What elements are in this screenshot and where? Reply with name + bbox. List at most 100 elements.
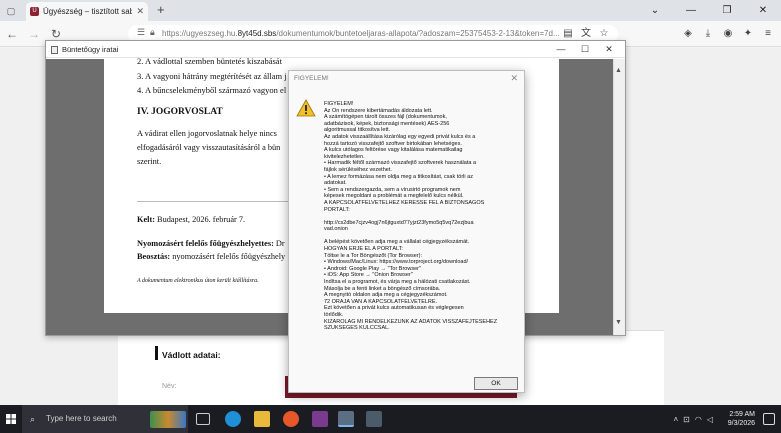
dialog-message-line: kivitelezhetetlen. (324, 153, 365, 160)
taskbar: Type here to search ⌕ ˄ ⊡ ◠ ◁ 2:59 AM 9/… (0, 405, 781, 433)
network-icon[interactable]: ⊡ (683, 415, 690, 424)
dialog-message-line: HOGYAN ÉRJE EL A PORTÁLT: (324, 246, 403, 253)
warning-icon (296, 99, 316, 117)
viewer-app-icon[interactable] (366, 411, 382, 427)
dialog-message-line: adatokat. (324, 180, 347, 187)
active-window-icon[interactable] (338, 411, 354, 427)
new-tab-icon[interactable]: + (157, 2, 171, 18)
search-highlight-image[interactable] (150, 411, 186, 428)
dialog-message-line: • Android: Google Play → "Tor Browser" (324, 265, 421, 272)
dialog-message-line: Ezt követően a privát kulcs automatikusa… (324, 305, 464, 312)
dialog-message-line: FIGYELEM! (324, 101, 354, 107)
task-view-icon[interactable] (196, 413, 210, 425)
page-info-icon[interactable]: ☰ (137, 27, 145, 38)
browser-tab-bar: ▢ Ü Ügyészség – tisztított sablon ✕ + ⌄ … (0, 0, 781, 21)
back-icon[interactable]: ← (4, 26, 20, 42)
clock-date: 9/3/2026 (727, 420, 755, 427)
search-icon: ⌕ (30, 414, 36, 424)
doc-list-item-2: 2. A vádlottal szemben büntetés kiszabás… (137, 56, 282, 66)
doc-paragraph-line: elfogadásáról vagy visszautasításáról a … (137, 143, 281, 152)
menu-icon[interactable]: ≡ (760, 26, 776, 42)
dialog-message-line: KIZÁRÓLAG MI RENDELKEZÜNK AZ ADATOK VISS… (324, 318, 498, 325)
app-icon[interactable] (312, 411, 328, 427)
doc-date-line: Kelt: Budapest, 2026. február 7. (137, 215, 246, 224)
dialog-message-line: • Windows/Mac/Linux: https://www.torproj… (324, 259, 469, 266)
url-prefix: https://ugyeszseg.hu. (162, 29, 238, 38)
notification-icon[interactable] (763, 413, 775, 425)
dialog-message-line (324, 233, 522, 240)
dialog-message-line: PORTÁLT: (324, 206, 350, 213)
ok-button[interactable]: OK (474, 377, 518, 390)
show-hidden-icon[interactable]: ˄ (673, 415, 678, 424)
name-label: Név: (162, 383, 177, 390)
minimize-icon[interactable]: — (673, 0, 709, 21)
doc-list-item-4: 4. A bűncselekményből származó vagyon el (137, 85, 287, 95)
viewer-title: Büntetőügy iratai (62, 45, 119, 54)
edge-icon[interactable] (225, 411, 241, 427)
wifi-icon[interactable]: ◠ (695, 415, 702, 424)
clock-time: 2:59 AM (729, 411, 755, 418)
dialog-message-line: törlődik. (324, 312, 344, 318)
section-marker (155, 346, 158, 360)
viewer-title-bar: Büntetőügy iratai (46, 41, 625, 58)
dialog-message-line: • A lemez formázása nem oldja meg a titk… (324, 173, 473, 180)
doc-list-item-3: 3. A vagyoni hátrány megtérítését az áll… (137, 71, 287, 81)
dialog-message-line: http://cs2dbe7cjzv4ogj7n6jtguxtd77yjzt23… (324, 219, 474, 226)
file-explorer-icon[interactable] (254, 411, 270, 427)
firefox-icon[interactable] (283, 411, 299, 427)
shield-icon[interactable]: ◈ (680, 26, 696, 42)
doc-position-line: Beosztás: nyomozásért felelős főügyészhe… (137, 252, 286, 261)
account-icon[interactable]: ◉ (720, 26, 736, 42)
dialog-message-line: algoritmussal titkosítva lett. (324, 127, 391, 134)
dialog-message-line: • iOS: App Store → "Onion Browser" (324, 272, 413, 279)
viewer-close-icon[interactable]: ✕ (597, 41, 621, 58)
viewer-window-controls: — ☐ ✕ (549, 41, 621, 58)
scroll-up-icon[interactable]: ▲ (615, 67, 622, 74)
defendant-heading: Vádlott adatai: (162, 350, 221, 360)
tab-search-icon[interactable]: ⌄ (637, 0, 673, 21)
forward-icon[interactable]: → (26, 26, 42, 42)
dialog-message-line: adatbázisok, képek, biztonsági mentések)… (324, 120, 450, 127)
dialog-title: FIGYELEM! (294, 75, 329, 82)
dialog-message-line: vad.onion (324, 226, 348, 233)
site-favicon-icon: Ü (30, 7, 39, 16)
doc-divider (137, 201, 297, 202)
dialog-message-line: • Harmadik féltől származó visszafejtő s… (324, 160, 477, 167)
doc-paragraph-line: szerint. (137, 157, 162, 166)
browser-tab[interactable]: Ü Ügyészség – tisztított sablon ✕ (26, 2, 148, 21)
dialog-message-line: hozzá tartozó visszafejtő szoftver birto… (324, 140, 462, 147)
dialog-message: FIGYELEM! Az Ön rendszere kibertámadás ál… (324, 101, 522, 332)
tab-actions-icon[interactable]: ▢ (4, 4, 18, 18)
extensions-icon[interactable]: ✦ (740, 26, 756, 42)
dialog-message-line: A KAPCSOLATFELVÉTELHEZ KERESSE FEL A BIZ… (324, 199, 485, 206)
lock-icon[interactable]: 🔒︎ (150, 27, 155, 38)
taskbar-clock[interactable]: 2:59 AM 9/3/2026 (728, 410, 755, 428)
dialog-close-icon[interactable]: ✕ (510, 73, 518, 84)
restore-icon[interactable]: ❐ (709, 0, 745, 21)
dialog-message-line: Töltse le a Tor Böngészőt (Tor Browser): (324, 252, 423, 259)
scroll-down-icon[interactable]: ▼ (615, 319, 622, 326)
volume-icon[interactable]: ◁ (707, 415, 713, 424)
section-heading: IV. JOGORVOSLAT (137, 107, 223, 117)
close-window-icon[interactable]: ✕ (745, 0, 781, 21)
dialog-message-line: Az adatok visszaállítása kizárólag egy e… (324, 133, 476, 140)
doc-footnote: A dokumentum elektronikus úton került ki… (137, 278, 259, 284)
tab-title: Ügyészség – tisztított sablon (43, 7, 133, 16)
doc-paragraph-line: A vádirat ellen jogorvoslatnak helye nin… (137, 129, 277, 138)
dialog-message-line: A megnyitó oldalon adja meg a cégjegyzék… (324, 292, 448, 299)
viewer-scrollbar[interactable] (613, 59, 625, 335)
dialog-message-line: • Sem a rendszergazda, sem a vírusirtó p… (324, 186, 461, 193)
dialog-message-line: Az Ön rendszere kibertámadás áldozata le… (324, 107, 433, 114)
download-icon[interactable]: ⤓ (700, 26, 716, 42)
url-host: 8yt45d.sbs (237, 29, 277, 38)
dialog-message-line (324, 213, 522, 220)
dialog-message-line: A belépést követően adja meg a vállalat … (324, 239, 470, 246)
doc-responsible-line: Nyomozásért felelős főügyészhelyettes: D… (137, 239, 285, 248)
url-path: /dokumentumok/buntetoeljaras-allapota/?a… (276, 29, 560, 38)
viewer-maximize-icon[interactable]: ☐ (573, 41, 597, 58)
viewer-minimize-icon[interactable]: — (549, 41, 573, 58)
windows-start-icon[interactable] (0, 405, 22, 433)
document-icon (51, 46, 58, 54)
dialog-message-line: A számítógépen tárolt összes fájl (dokum… (324, 114, 447, 121)
tab-close-icon[interactable]: ✕ (136, 6, 148, 17)
